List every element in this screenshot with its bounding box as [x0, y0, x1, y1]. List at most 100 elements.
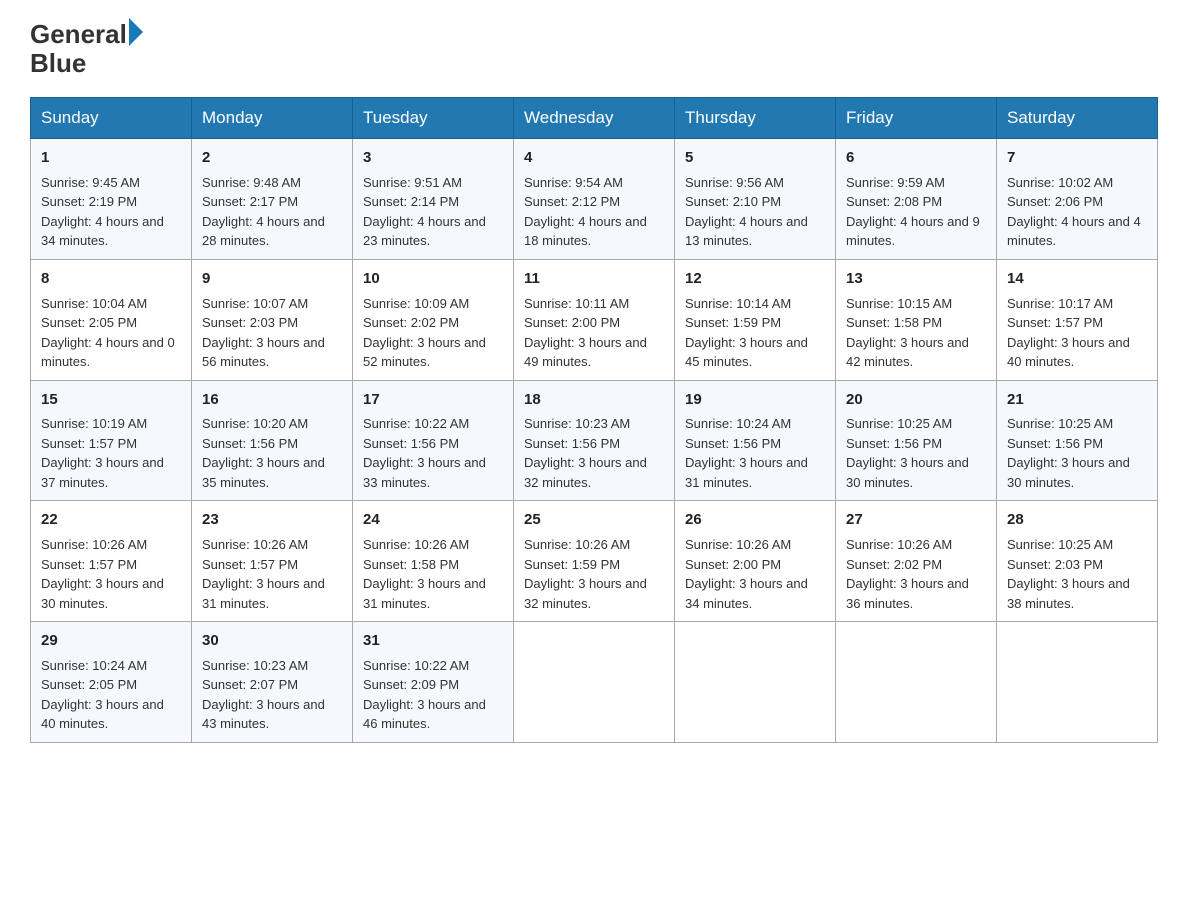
calendar-cell [514, 622, 675, 743]
calendar-cell: 11 Sunrise: 10:11 AM Sunset: 2:00 PM Day… [514, 259, 675, 380]
day-number: 20 [846, 389, 986, 411]
day-number: 10 [363, 268, 503, 290]
day-header-tuesday: Tuesday [353, 98, 514, 139]
day-info: Sunrise: 10:24 AM Sunset: 1:56 PM Daylig… [685, 414, 825, 492]
calendar-cell [997, 622, 1158, 743]
days-header-row: SundayMondayTuesdayWednesdayThursdayFrid… [31, 98, 1158, 139]
day-info: Sunrise: 10:23 AM Sunset: 1:56 PM Daylig… [524, 414, 664, 492]
calendar-cell: 24 Sunrise: 10:26 AM Sunset: 1:58 PM Day… [353, 501, 514, 622]
day-number: 2 [202, 147, 342, 169]
calendar-cell: 29 Sunrise: 10:24 AM Sunset: 2:05 PM Day… [31, 622, 192, 743]
calendar-cell: 27 Sunrise: 10:26 AM Sunset: 2:02 PM Day… [836, 501, 997, 622]
day-number: 14 [1007, 268, 1147, 290]
day-header-wednesday: Wednesday [514, 98, 675, 139]
calendar-cell: 6 Sunrise: 9:59 AM Sunset: 2:08 PM Dayli… [836, 139, 997, 260]
day-info: Sunrise: 10:19 AM Sunset: 1:57 PM Daylig… [41, 414, 181, 492]
calendar-cell: 10 Sunrise: 10:09 AM Sunset: 2:02 PM Day… [353, 259, 514, 380]
calendar-cell: 14 Sunrise: 10:17 AM Sunset: 1:57 PM Day… [997, 259, 1158, 380]
calendar-cell: 3 Sunrise: 9:51 AM Sunset: 2:14 PM Dayli… [353, 139, 514, 260]
day-number: 29 [41, 630, 181, 652]
day-number: 19 [685, 389, 825, 411]
calendar-cell: 1 Sunrise: 9:45 AM Sunset: 2:19 PM Dayli… [31, 139, 192, 260]
calendar-cell: 12 Sunrise: 10:14 AM Sunset: 1:59 PM Day… [675, 259, 836, 380]
day-info: Sunrise: 10:23 AM Sunset: 2:07 PM Daylig… [202, 656, 342, 734]
logo-general: General [30, 20, 127, 49]
calendar-cell: 28 Sunrise: 10:25 AM Sunset: 2:03 PM Day… [997, 501, 1158, 622]
day-number: 23 [202, 509, 342, 531]
day-header-sunday: Sunday [31, 98, 192, 139]
calendar-cell: 5 Sunrise: 9:56 AM Sunset: 2:10 PM Dayli… [675, 139, 836, 260]
day-number: 4 [524, 147, 664, 169]
day-number: 11 [524, 268, 664, 290]
calendar-cell [836, 622, 997, 743]
day-header-monday: Monday [192, 98, 353, 139]
day-number: 30 [202, 630, 342, 652]
week-row-4: 22 Sunrise: 10:26 AM Sunset: 1:57 PM Day… [31, 501, 1158, 622]
day-info: Sunrise: 10:26 AM Sunset: 1:57 PM Daylig… [202, 535, 342, 613]
calendar-cell: 9 Sunrise: 10:07 AM Sunset: 2:03 PM Dayl… [192, 259, 353, 380]
calendar-table: SundayMondayTuesdayWednesdayThursdayFrid… [30, 97, 1158, 743]
day-number: 5 [685, 147, 825, 169]
logo-blue: Blue [30, 49, 143, 78]
calendar-cell: 22 Sunrise: 10:26 AM Sunset: 1:57 PM Day… [31, 501, 192, 622]
calendar-cell: 16 Sunrise: 10:20 AM Sunset: 1:56 PM Day… [192, 380, 353, 501]
day-info: Sunrise: 9:51 AM Sunset: 2:14 PM Dayligh… [363, 173, 503, 251]
day-info: Sunrise: 10:26 AM Sunset: 2:00 PM Daylig… [685, 535, 825, 613]
day-info: Sunrise: 10:26 AM Sunset: 2:02 PM Daylig… [846, 535, 986, 613]
day-info: Sunrise: 10:04 AM Sunset: 2:05 PM Daylig… [41, 294, 181, 372]
day-number: 6 [846, 147, 986, 169]
day-info: Sunrise: 9:59 AM Sunset: 2:08 PM Dayligh… [846, 173, 986, 251]
day-info: Sunrise: 10:24 AM Sunset: 2:05 PM Daylig… [41, 656, 181, 734]
calendar-cell: 30 Sunrise: 10:23 AM Sunset: 2:07 PM Day… [192, 622, 353, 743]
day-number: 18 [524, 389, 664, 411]
day-number: 15 [41, 389, 181, 411]
day-info: Sunrise: 10:09 AM Sunset: 2:02 PM Daylig… [363, 294, 503, 372]
day-info: Sunrise: 10:14 AM Sunset: 1:59 PM Daylig… [685, 294, 825, 372]
calendar-cell: 7 Sunrise: 10:02 AM Sunset: 2:06 PM Dayl… [997, 139, 1158, 260]
day-number: 9 [202, 268, 342, 290]
day-info: Sunrise: 10:25 AM Sunset: 1:56 PM Daylig… [846, 414, 986, 492]
day-info: Sunrise: 10:25 AM Sunset: 2:03 PM Daylig… [1007, 535, 1147, 613]
calendar-cell: 18 Sunrise: 10:23 AM Sunset: 1:56 PM Day… [514, 380, 675, 501]
day-number: 25 [524, 509, 664, 531]
calendar-cell: 20 Sunrise: 10:25 AM Sunset: 1:56 PM Day… [836, 380, 997, 501]
day-info: Sunrise: 10:26 AM Sunset: 1:59 PM Daylig… [524, 535, 664, 613]
calendar-cell: 19 Sunrise: 10:24 AM Sunset: 1:56 PM Day… [675, 380, 836, 501]
day-number: 13 [846, 268, 986, 290]
day-number: 27 [846, 509, 986, 531]
day-number: 24 [363, 509, 503, 531]
calendar-cell: 13 Sunrise: 10:15 AM Sunset: 1:58 PM Day… [836, 259, 997, 380]
day-header-saturday: Saturday [997, 98, 1158, 139]
day-header-thursday: Thursday [675, 98, 836, 139]
calendar-cell: 26 Sunrise: 10:26 AM Sunset: 2:00 PM Day… [675, 501, 836, 622]
day-info: Sunrise: 10:17 AM Sunset: 1:57 PM Daylig… [1007, 294, 1147, 372]
day-number: 16 [202, 389, 342, 411]
calendar-cell: 8 Sunrise: 10:04 AM Sunset: 2:05 PM Dayl… [31, 259, 192, 380]
logo: General Blue [30, 20, 143, 77]
week-row-2: 8 Sunrise: 10:04 AM Sunset: 2:05 PM Dayl… [31, 259, 1158, 380]
day-number: 3 [363, 147, 503, 169]
day-info: Sunrise: 10:02 AM Sunset: 2:06 PM Daylig… [1007, 173, 1147, 251]
day-info: Sunrise: 9:56 AM Sunset: 2:10 PM Dayligh… [685, 173, 825, 251]
day-info: Sunrise: 10:25 AM Sunset: 1:56 PM Daylig… [1007, 414, 1147, 492]
day-info: Sunrise: 9:54 AM Sunset: 2:12 PM Dayligh… [524, 173, 664, 251]
week-row-1: 1 Sunrise: 9:45 AM Sunset: 2:19 PM Dayli… [31, 139, 1158, 260]
calendar-cell [675, 622, 836, 743]
day-info: Sunrise: 9:48 AM Sunset: 2:17 PM Dayligh… [202, 173, 342, 251]
week-row-5: 29 Sunrise: 10:24 AM Sunset: 2:05 PM Day… [31, 622, 1158, 743]
calendar-cell: 2 Sunrise: 9:48 AM Sunset: 2:17 PM Dayli… [192, 139, 353, 260]
day-number: 28 [1007, 509, 1147, 531]
week-row-3: 15 Sunrise: 10:19 AM Sunset: 1:57 PM Day… [31, 380, 1158, 501]
day-number: 7 [1007, 147, 1147, 169]
calendar-cell: 17 Sunrise: 10:22 AM Sunset: 1:56 PM Day… [353, 380, 514, 501]
day-number: 1 [41, 147, 181, 169]
calendar-cell: 23 Sunrise: 10:26 AM Sunset: 1:57 PM Day… [192, 501, 353, 622]
day-info: Sunrise: 10:22 AM Sunset: 1:56 PM Daylig… [363, 414, 503, 492]
calendar-cell: 21 Sunrise: 10:25 AM Sunset: 1:56 PM Day… [997, 380, 1158, 501]
page-header: General Blue [30, 20, 1158, 77]
day-number: 8 [41, 268, 181, 290]
day-number: 31 [363, 630, 503, 652]
day-header-friday: Friday [836, 98, 997, 139]
day-number: 26 [685, 509, 825, 531]
logo-arrow-icon [129, 18, 143, 46]
